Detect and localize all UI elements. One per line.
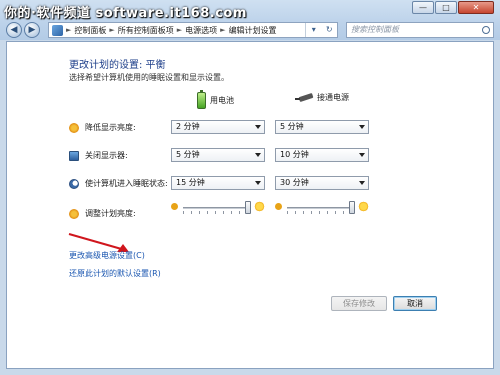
slider-track (287, 207, 355, 209)
control-panel-icon (52, 24, 63, 36)
chevron-down-icon (359, 181, 365, 185)
plugged-in-column-label: 接通电源 (317, 93, 349, 102)
breadcrumb-control-panel[interactable]: 控制面板 (74, 25, 106, 36)
back-button[interactable]: ◀ (6, 22, 22, 38)
select-value: 30 分钟 (280, 178, 309, 187)
select-value: 15 分钟 (176, 178, 205, 187)
main-content: 更改计划的设置: 平衡 选择希望计算机使用的睡眠设置和显示设置。 用电池 接通电… (6, 41, 494, 369)
save-changes-button[interactable]: 保存修改 (331, 296, 387, 311)
breadcrumb-separator: ► (220, 26, 226, 34)
advanced-power-settings-link[interactable]: 更改高级电源设置(C) (69, 250, 145, 261)
slider-thumb[interactable] (245, 201, 251, 214)
search-icon[interactable] (482, 26, 490, 34)
address-bar[interactable]: ► 控制面板 ► 所有控制面板项 ► 电源选项 ► 编辑计划设置 ▾ ↻ (48, 22, 338, 38)
brightness-battery-slider[interactable] (171, 200, 265, 216)
select-value: 5 分钟 (176, 150, 200, 159)
brightness-icon (69, 208, 79, 219)
watermark: 你的·软件频道 software.it168.com (4, 6, 247, 21)
breadcrumb-separator: ► (176, 26, 183, 34)
monitor-icon (69, 150, 79, 161)
setting-row-sleep: 使计算机进入睡眠状态: (69, 178, 168, 189)
address-actions: ▾ ↻ (305, 23, 337, 37)
address-dropdown-button[interactable]: ▾ (306, 23, 322, 37)
restore-defaults-link[interactable]: 还原此计划的默认设置(R) (69, 268, 161, 279)
brightness-plugged-slider[interactable] (275, 200, 369, 216)
chevron-down-icon (359, 125, 365, 129)
navigation-bar: ◀ ▶ ► 控制面板 ► 所有控制面板项 ► 电源选项 ► 编辑计划设置 ▾ ↻… (6, 21, 494, 38)
setting-label: 调整计划亮度: (85, 209, 136, 218)
breadcrumb-all-items[interactable]: 所有控制面板项 (118, 25, 174, 36)
bright-brightness-icon (254, 201, 265, 212)
forward-button[interactable]: ▶ (24, 22, 40, 38)
slider-ticks (183, 211, 251, 214)
bright-brightness-icon (358, 201, 369, 212)
select-value: 2 分钟 (176, 122, 200, 131)
window-chrome: 你的·软件频道 software.it168.com — □ ✕ ◀ ▶ ► 控… (0, 0, 500, 40)
refresh-button[interactable]: ↻ (322, 23, 338, 37)
maximize-button[interactable]: □ (435, 1, 457, 14)
setting-row-turn-off-display: 关闭显示器: (69, 150, 128, 161)
battery-icon (197, 90, 206, 109)
breadcrumb-separator: ► (109, 26, 115, 34)
page-subtitle: 选择希望计算机使用的睡眠设置和显示设置。 (69, 73, 229, 82)
setting-label: 关闭显示器: (85, 151, 128, 160)
battery-column-header: 用电池 (197, 90, 234, 109)
sleep-icon (69, 178, 79, 189)
chevron-down-icon (255, 153, 261, 157)
chevron-down-icon (255, 181, 261, 185)
search-placeholder: 搜索控制面板 (351, 25, 399, 34)
search-input[interactable]: 搜索控制面板 (346, 22, 494, 38)
dim-display-battery-select[interactable]: 2 分钟 (171, 120, 265, 134)
dim-brightness-icon (275, 203, 282, 210)
brightness-icon (69, 122, 79, 133)
battery-column-label: 用电池 (210, 96, 234, 105)
slider-thumb[interactable] (349, 201, 355, 214)
setting-row-brightness: 调整计划亮度: (69, 208, 136, 219)
cancel-button[interactable]: 取消 (393, 296, 437, 311)
turn-off-display-plugged-select[interactable]: 10 分钟 (275, 148, 369, 162)
turn-off-display-battery-select[interactable]: 5 分钟 (171, 148, 265, 162)
setting-label: 使计算机进入睡眠状态: (85, 179, 168, 188)
breadcrumb-separator: ► (66, 26, 72, 34)
dim-display-plugged-select[interactable]: 5 分钟 (275, 120, 369, 134)
dim-brightness-icon (171, 203, 178, 210)
chevron-down-icon (255, 125, 261, 129)
select-value: 5 分钟 (280, 122, 304, 131)
breadcrumb-edit-plan[interactable]: 编辑计划设置 (229, 25, 277, 36)
minimize-button[interactable]: — (412, 1, 434, 14)
select-value: 10 分钟 (280, 150, 309, 159)
slider-track (183, 207, 251, 209)
sleep-battery-select[interactable]: 15 分钟 (171, 176, 265, 190)
close-button[interactable]: ✕ (458, 1, 494, 14)
breadcrumb-power-options[interactable]: 电源选项 (185, 25, 217, 36)
power-plug-icon (295, 93, 313, 103)
slider-ticks (287, 211, 355, 214)
setting-label: 降低显示亮度: (85, 123, 136, 132)
annotation-arrow-shaft (68, 233, 126, 251)
chevron-down-icon (359, 153, 365, 157)
sleep-plugged-select[interactable]: 30 分钟 (275, 176, 369, 190)
window-controls: — □ ✕ (412, 1, 494, 14)
setting-row-dim-display: 降低显示亮度: (69, 122, 136, 133)
page-title: 更改计划的设置: 平衡 (69, 60, 166, 71)
plugged-in-column-header: 接通电源 (295, 92, 349, 103)
